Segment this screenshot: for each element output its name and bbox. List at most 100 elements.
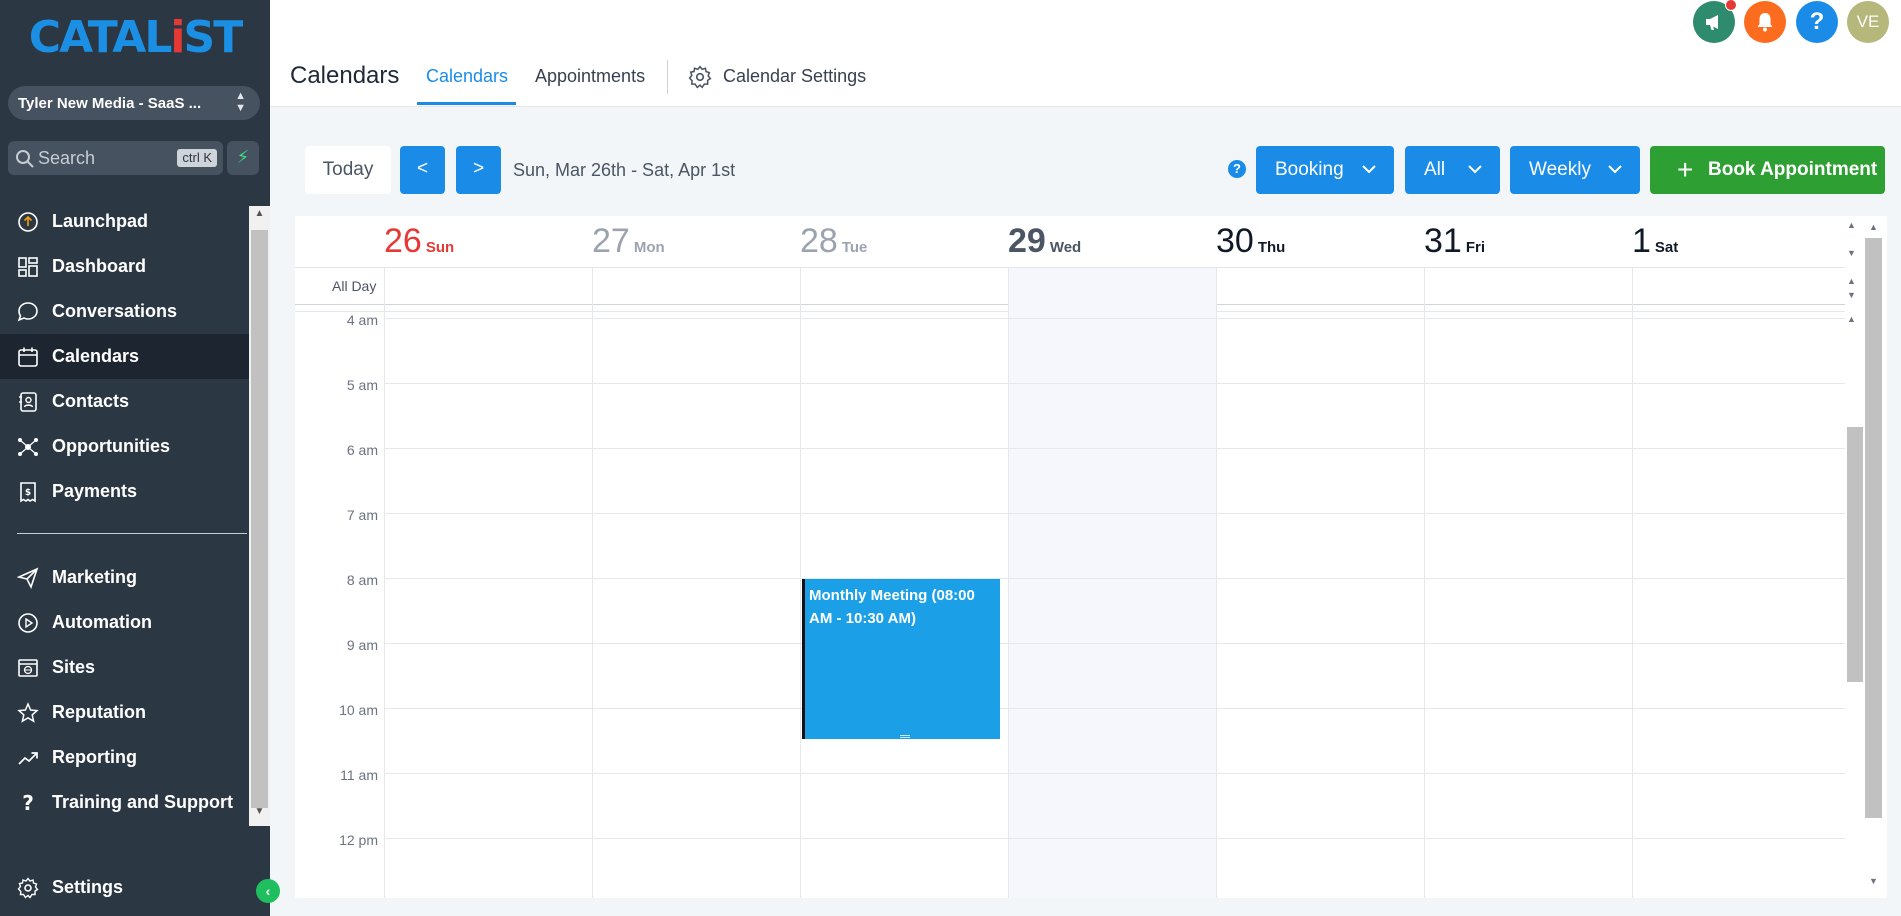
page-title: Calendars xyxy=(290,62,400,89)
sidebar-item-settings[interactable]: Settings xyxy=(0,865,249,910)
column-divider xyxy=(1632,268,1633,898)
column-divider xyxy=(800,268,801,898)
day-header-tue[interactable]: 28 Tue xyxy=(800,222,867,261)
hour-line xyxy=(385,513,1845,514)
notification-badge xyxy=(1725,0,1737,11)
svg-text:$: $ xyxy=(25,488,31,498)
tab-calendar-settings[interactable]: Calendar Settings xyxy=(723,66,866,87)
active-tab-indicator xyxy=(417,102,516,105)
hour-label: 12 pm xyxy=(339,832,378,848)
calendar-outer-scrollbar-thumb[interactable] xyxy=(1865,238,1882,818)
sidebar-item-reputation[interactable]: Reputation xyxy=(0,690,249,735)
day-header-thu[interactable]: 30 Thu xyxy=(1216,222,1285,261)
chevron-down-icon xyxy=(1362,165,1376,174)
question-icon: ? xyxy=(22,792,34,814)
hour-line xyxy=(385,448,1845,449)
hour-line xyxy=(385,773,1845,774)
scroll-down-arrow-icon[interactable]: ▼ xyxy=(1847,248,1856,258)
sidebar-divider xyxy=(17,533,247,534)
account-switcher[interactable]: Tyler New Media - SaaS ... ▲ ▼ xyxy=(8,86,260,120)
trend-icon xyxy=(18,752,38,765)
tab-appointments[interactable]: Appointments xyxy=(535,66,645,87)
scroll-down-arrow-icon[interactable]: ▼ xyxy=(1847,290,1856,300)
sidebar-item-launchpad[interactable]: Launchpad xyxy=(0,199,249,244)
week-calendar: 26 Sun 27 Mon 28 Tue 29 Wed 30 Thu 31 Fri 1 Sat… xyxy=(295,216,1887,898)
calendar-event[interactable]: Monthly Meeting (08:00 AM - 10:30 AM) xyxy=(802,579,1000,739)
chat-icon xyxy=(17,302,38,322)
hour-label: 7 am xyxy=(346,507,378,523)
hour-label: 8 am xyxy=(346,572,378,588)
sidebar-item-reporting[interactable]: Reporting xyxy=(0,735,249,780)
scroll-up-arrow-icon[interactable]: ▲ xyxy=(1869,222,1878,232)
quick-action-bolt-icon[interactable]: ⚡ xyxy=(227,141,259,175)
sidebar-scrollbar-thumb[interactable] xyxy=(251,230,268,808)
column-divider xyxy=(1424,268,1425,898)
help-question-icon[interactable]: ? xyxy=(1228,160,1246,178)
hour-label: 4 am xyxy=(346,312,378,328)
sidebar-item-opportunities[interactable]: Opportunities xyxy=(0,424,249,469)
sidebar-item-conversations[interactable]: Conversations xyxy=(0,289,249,334)
payments-icon: $ xyxy=(20,482,36,503)
sidebar-item-marketing[interactable]: Marketing xyxy=(0,555,249,600)
search-icon xyxy=(16,150,34,168)
scroll-down-arrow-icon[interactable]: ▼ xyxy=(249,806,270,824)
hour-label: 9 am xyxy=(346,637,378,653)
day-header-fri[interactable]: 31 Fri xyxy=(1424,222,1485,261)
hour-line xyxy=(385,643,1845,644)
hour-label: 5 am xyxy=(346,377,378,393)
scroll-up-arrow-icon[interactable]: ▲ xyxy=(1847,220,1856,230)
calendar-icon xyxy=(18,347,38,367)
view-dropdown[interactable]: Weekly xyxy=(1510,146,1640,194)
hour-label: 11 am xyxy=(340,767,378,783)
hour-line xyxy=(385,318,1845,319)
sidebar-item-automation[interactable]: Automation xyxy=(0,600,249,645)
sidebar-item-sites[interactable]: Sites xyxy=(0,645,249,690)
search-input[interactable]: Search ctrl K xyxy=(8,141,223,175)
hour-label: 10 am xyxy=(339,702,378,718)
scroll-up-arrow-icon[interactable]: ▲ xyxy=(1847,314,1856,324)
tab-calendars[interactable]: Calendars xyxy=(426,66,508,87)
day-header-sat[interactable]: 1 Sat xyxy=(1632,222,1678,261)
book-appointment-button[interactable]: + Book Appointment xyxy=(1650,146,1885,194)
gear-icon[interactable] xyxy=(688,65,712,89)
scroll-up-arrow-icon[interactable]: ▲ xyxy=(249,208,270,226)
plus-icon: + xyxy=(1677,154,1694,185)
scroll-up-arrow-icon[interactable]: ▲ xyxy=(1847,276,1856,286)
calendar-scrollbar-thumb[interactable] xyxy=(1847,427,1863,682)
hour-line xyxy=(385,578,1845,579)
previous-week-button[interactable]: < xyxy=(400,146,445,194)
chevron-down-icon xyxy=(1468,165,1482,174)
search-shortcut: ctrl K xyxy=(177,149,217,167)
sidebar-item-calendars[interactable]: Calendars xyxy=(0,334,249,379)
collapse-sidebar-chevron-icon[interactable]: ‹ xyxy=(256,879,280,903)
event-resize-handle[interactable] xyxy=(900,735,910,738)
day-header-sun[interactable]: 26 Sun xyxy=(384,222,454,261)
filter-dropdown[interactable]: All xyxy=(1405,146,1500,194)
announcements-megaphone-icon[interactable] xyxy=(1693,0,1737,43)
tab-divider xyxy=(667,60,668,94)
next-week-button[interactable]: > xyxy=(456,146,501,194)
hour-line xyxy=(385,383,1845,384)
today-column-highlight xyxy=(1009,268,1217,898)
sidebar-item-training-and-support[interactable]: ? Training and Support xyxy=(0,780,249,825)
sidebar-item-dashboard[interactable]: Dashboard xyxy=(0,244,249,289)
column-divider xyxy=(592,268,593,898)
notifications-bell-icon[interactable] xyxy=(1744,1,1786,43)
help-question-icon[interactable]: ? xyxy=(1796,1,1838,43)
chevron-updown-icon: ▲ ▼ xyxy=(235,90,246,114)
avatar[interactable]: VE xyxy=(1847,1,1889,43)
opportunities-icon xyxy=(18,438,38,456)
star-icon xyxy=(17,702,39,723)
day-header-wed[interactable]: 29 Wed xyxy=(1008,222,1081,261)
svg-text:?: ? xyxy=(22,792,34,814)
sidebar-item-payments[interactable]: $ Payments xyxy=(0,469,249,514)
day-header-mon[interactable]: 27 Mon xyxy=(592,222,665,261)
booking-dropdown[interactable]: Booking xyxy=(1256,146,1394,194)
today-button[interactable]: Today xyxy=(305,146,391,194)
sidebar-item-contacts[interactable]: Contacts xyxy=(0,379,249,424)
scroll-down-arrow-icon[interactable]: ▼ xyxy=(1869,876,1878,886)
automation-icon xyxy=(18,613,38,633)
catalist-logo[interactable]: CATALiST xyxy=(0,12,270,63)
top-bar: Calendars Calendars Appointments Calenda… xyxy=(270,0,1901,107)
send-icon xyxy=(17,567,39,589)
